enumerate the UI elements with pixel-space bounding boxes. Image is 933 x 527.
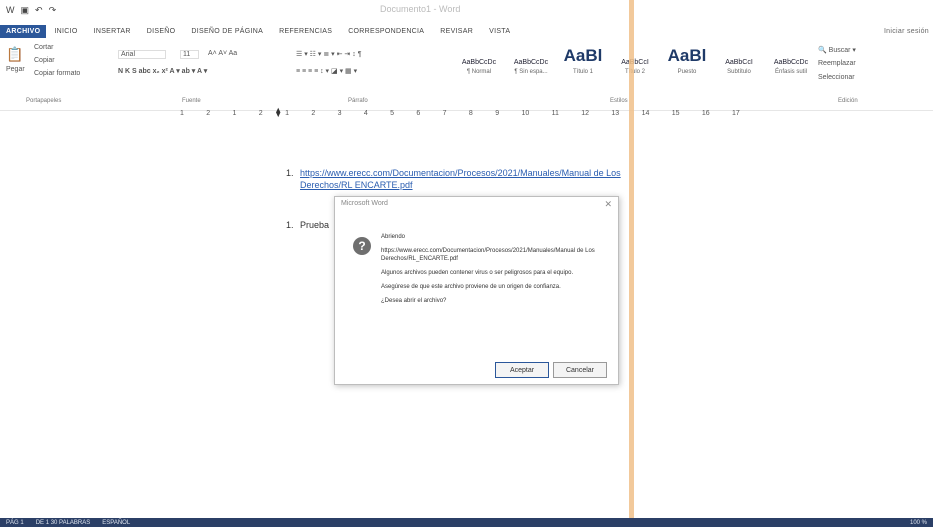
status-bar: PÁG 1 DE 1 30 PALABRAS ESPAÑOL 100 %	[0, 518, 933, 527]
ruler-tick: 15	[671, 110, 680, 117]
paste-button[interactable]: Pegar	[6, 66, 25, 73]
style-heading-2[interactable]: AaBbCcI Título 2	[613, 59, 657, 75]
font-size-select[interactable]: 11	[180, 50, 200, 59]
question-icon: ?	[353, 237, 371, 255]
ruler-tick: 1	[285, 110, 289, 117]
document-link[interactable]: https://www.erecc.com/Documentacion/Proc…	[300, 168, 621, 178]
language-indicator[interactable]: ESPAÑOL	[96, 520, 136, 526]
clipboard-label: Portapapeles	[26, 98, 62, 104]
tab-diseno[interactable]: DISEÑO	[139, 28, 184, 35]
accept-button[interactable]: Aceptar	[495, 362, 549, 378]
list-number: 1.	[286, 168, 294, 178]
document-link-continued[interactable]: Derechos/RL ENCARTE.pdf	[300, 180, 413, 190]
tab-diseno-pagina[interactable]: DISEÑO DE PÁGINA	[183, 28, 271, 35]
window-title: Documento1 - Word	[380, 4, 461, 14]
ruler-tick: 8	[468, 110, 473, 117]
page-indicator[interactable]: PÁG 1	[0, 520, 30, 526]
ruler-tick: 2	[206, 110, 211, 117]
tab-inicio[interactable]: INICIO	[46, 28, 85, 35]
security-warning-dialog: Microsoft Word ✕ ? Abriendo https://www.…	[334, 196, 619, 385]
ruler-tick: 3	[337, 110, 342, 117]
font-format-buttons[interactable]: N K S abc x₂ x² A ▾ ab ▾ A ▾	[118, 67, 207, 75]
paragraph-label: Párrafo	[348, 98, 368, 104]
ruler-tick: 1	[232, 110, 237, 117]
ruler-tick: 2	[311, 110, 316, 117]
signin-link[interactable]: Iniciar sesión	[884, 28, 929, 35]
ruler-tick: 4	[363, 110, 368, 117]
style-subtitle[interactable]: AaBbCcI Subtítulo	[717, 59, 761, 75]
undo-icon[interactable]: ↶	[35, 5, 43, 16]
tab-revisar[interactable]: REVISAR	[432, 28, 481, 35]
dialog-warning: Algunos archivos pueden contener virus o…	[381, 270, 574, 276]
page-edge-line	[629, 0, 634, 518]
list-buttons[interactable]: ☰ ▾ ☷ ▾ ≣ ▾ ⇤ ⇥ ↕ ¶	[296, 50, 361, 58]
style-subtle-emphasis[interactable]: AaBbCcDc Énfasis sutil	[769, 59, 813, 75]
save-icon[interactable]: ▣	[21, 5, 30, 16]
word-count[interactable]: DE 1 30 PALABRAS	[30, 520, 97, 526]
ruler-tick: 2	[258, 110, 263, 117]
ruler-tick: 16	[701, 110, 710, 117]
select-button[interactable]: Seleccionar	[818, 74, 855, 81]
styles-label: Estilos	[610, 98, 628, 104]
quick-access-toolbar: W ▣ ↶ ↷	[6, 3, 56, 17]
dialog-title: Microsoft Word	[341, 200, 388, 207]
ruler-tick: 17	[732, 110, 740, 117]
ruler-tick: 9	[495, 110, 500, 117]
style-no-spacing[interactable]: AaBbCcDc ¶ Sin espa...	[509, 59, 553, 75]
ruler-tick: 12	[581, 110, 590, 117]
word-app-icon: W	[6, 5, 15, 15]
close-icon[interactable]: ✕	[604, 199, 612, 210]
ruler-tick: 10	[521, 110, 530, 117]
find-icon: 🔍	[818, 47, 829, 54]
clipboard-group: 📋 Pegar Cortar Copiar Copiar formato Por…	[6, 40, 106, 110]
ruler-tick: 1	[180, 110, 184, 117]
copy-button[interactable]: Copiar	[34, 57, 55, 64]
ruler-tick: 6	[416, 110, 421, 117]
style-heading-1[interactable]: AaBl Título 1	[561, 46, 605, 75]
font-group: Arial 11 A˄ A˅ Aa N K S abc x₂ x² A ▾ ab…	[112, 40, 282, 110]
ribbon: 📋 Pegar Cortar Copiar Copiar formato Por…	[0, 40, 933, 111]
styles-gallery: AaBbCcDc ¶ Normal AaBbCcDc ¶ Sin espa... A…	[457, 46, 813, 75]
ruler-tick: 5	[390, 110, 395, 117]
cancel-button[interactable]: Cancelar	[553, 362, 607, 378]
list-item-text: Prueba	[300, 220, 330, 230]
tab-insertar[interactable]: INSERTAR	[86, 28, 139, 35]
tab-referencias[interactable]: REFERENCIAS	[271, 28, 340, 35]
format-painter-button[interactable]: Copiar formato	[34, 70, 80, 77]
paste-icon[interactable]: 📋	[6, 46, 23, 63]
style-normal[interactable]: AaBbCcDc ¶ Normal	[457, 59, 501, 75]
tab-vista[interactable]: VISTA	[481, 28, 518, 35]
ruler-tick: 14	[641, 110, 650, 117]
list-number: 1.	[286, 220, 294, 230]
dialog-question: ¿Desea abrir el archivo?	[381, 298, 447, 304]
ruler-tick: 11	[551, 110, 559, 117]
tab-archivo[interactable]: ARCHIVO	[0, 24, 47, 38]
dialog-warning-2: Asegúrese de que este archivo proviene d…	[381, 284, 561, 290]
redo-icon[interactable]: ↷	[49, 5, 57, 16]
style-title[interactable]: AaBl Puesto	[665, 46, 709, 75]
horizontal-ruler[interactable]: 1 2 1 2 1 2 3 4 5 6 7 8 9 10 11 12 13 14 15 16 17 ⧫	[180, 107, 740, 122]
editing-label: Edición	[838, 98, 858, 104]
dialog-path: https://www.erecc.com/Documentacion/Proc…	[381, 248, 595, 262]
indent-marker[interactable]: ⧫	[276, 107, 280, 118]
dialog-message: Abriendo https://www.erecc.com/Documenta…	[381, 233, 601, 311]
grow-shrink-font-icon[interactable]: A˄ A˅ Aa	[208, 50, 237, 57]
paragraph-group: ☰ ▾ ☷ ▾ ≣ ▾ ⇤ ⇥ ↕ ¶ ≡ ≡ ≡ ≡ ↕ ▾ ◪ ▾ ▦ ▾ …	[292, 40, 452, 110]
replace-button[interactable]: Reemplazar	[818, 60, 856, 67]
cut-button[interactable]: Cortar	[34, 44, 53, 51]
alignment-buttons[interactable]: ≡ ≡ ≡ ≡ ↕ ▾ ◪ ▾ ▦ ▾	[296, 67, 357, 75]
zoom-level[interactable]: 100 %	[904, 520, 933, 526]
ruler-tick: 13	[611, 110, 620, 117]
font-name-select[interactable]: Arial	[118, 50, 167, 59]
editing-group: 🔍 Buscar ▾ Reemplazar Seleccionar Edició…	[818, 40, 928, 110]
dialog-heading: Abriendo	[381, 234, 406, 240]
find-button[interactable]: 🔍 Buscar ▾	[818, 46, 856, 54]
tab-correspondencia[interactable]: CORRESPONDENCIA	[340, 28, 432, 35]
ruler-tick: 7	[442, 110, 447, 117]
ribbon-tabs: ARCHIVO INICIO INSERTAR DISEÑO DISEÑO DE…	[0, 22, 933, 40]
font-label: Fuente	[182, 98, 201, 104]
